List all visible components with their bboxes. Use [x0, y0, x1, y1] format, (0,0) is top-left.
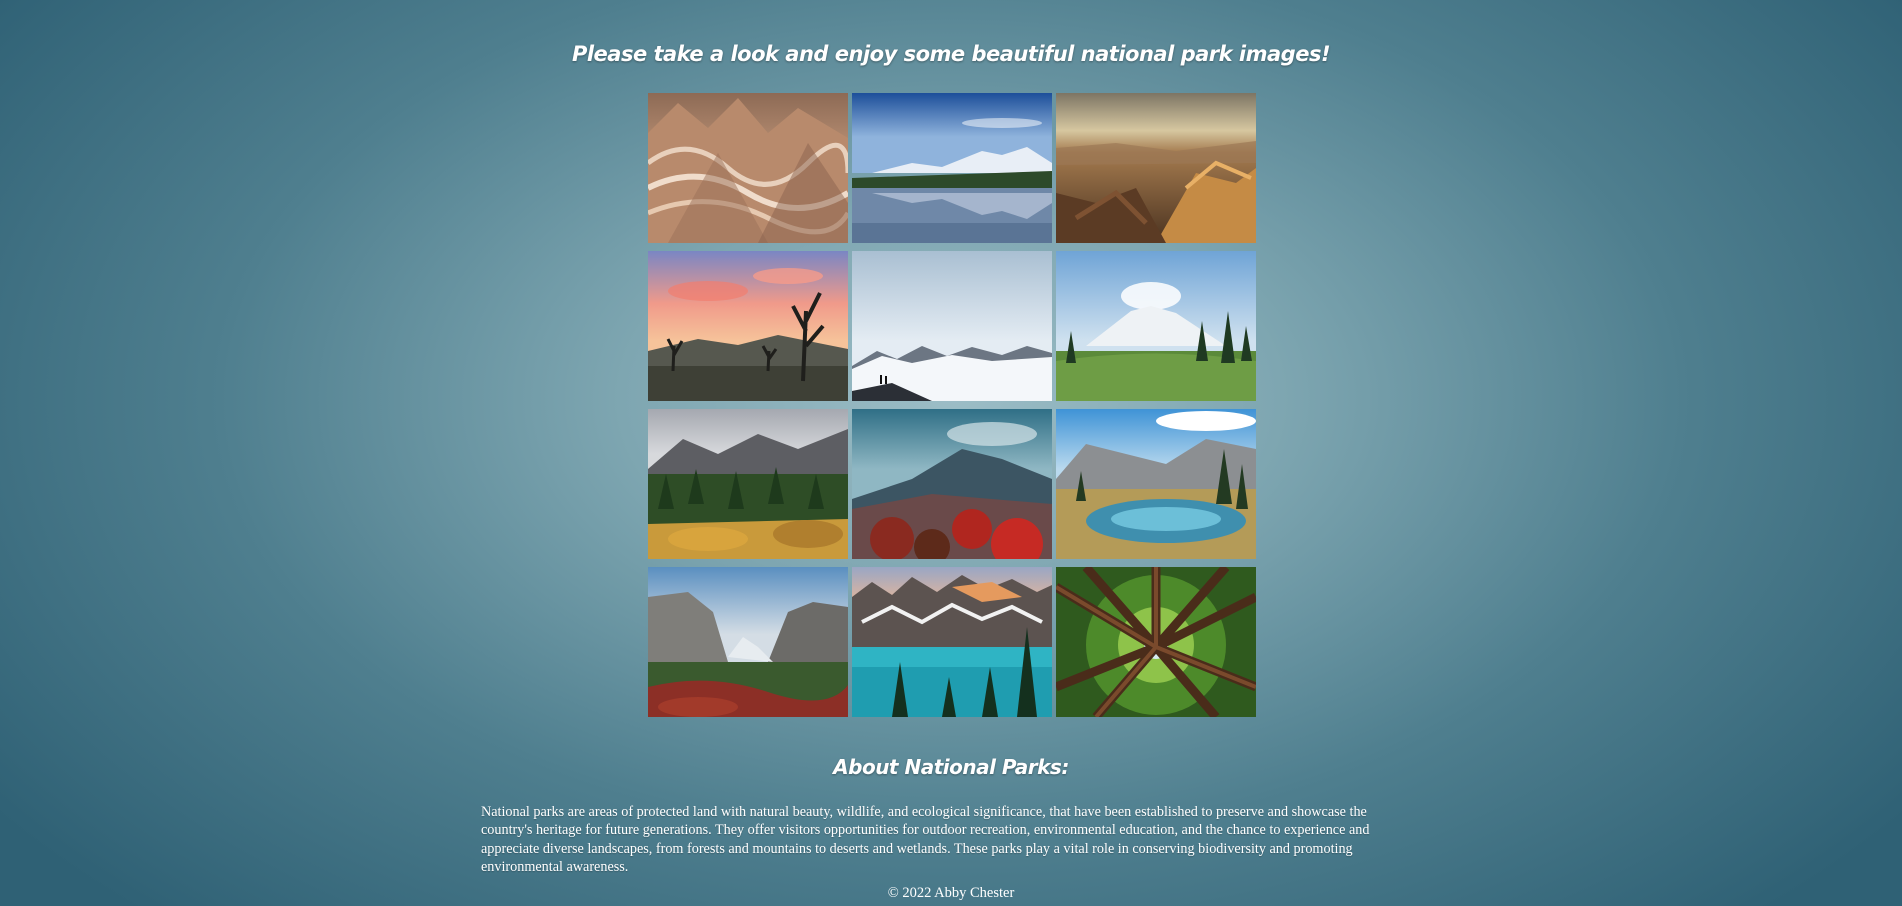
page-heading: Please take a look and enjoy some beauti… [571, 42, 1331, 66]
gallery-image-red-foliage-mountain[interactable] [852, 409, 1052, 559]
gallery-image-mount-rainier[interactable] [1056, 251, 1256, 401]
gallery-image-grand-canyon[interactable] [1056, 93, 1256, 243]
gallery-image-joshua-tree[interactable] [648, 251, 848, 401]
autumn-valley-photo [648, 409, 848, 559]
grand-canyon-photo [1056, 93, 1256, 243]
mount-rainier-photo [1056, 251, 1256, 401]
gallery-image-autumn-valley[interactable] [648, 409, 848, 559]
gallery-image-redwood-canopy[interactable] [1056, 567, 1256, 717]
red-foliage-mountain-photo [852, 409, 1052, 559]
gallery-image-badlands[interactable] [648, 93, 848, 243]
gallery-image-mountain-lake[interactable] [852, 93, 1052, 243]
yosemite-valley-photo [648, 567, 848, 717]
alpine-pond-photo [1056, 409, 1256, 559]
gallery-image-moraine-lake[interactable] [852, 567, 1052, 717]
about-title: About National Parks: [833, 755, 1069, 779]
about-paragraph: National parks are areas of protected la… [481, 804, 1370, 875]
redwood-canopy-photo [1056, 567, 1256, 717]
moraine-lake-photo [852, 567, 1052, 717]
page: Please take a look and enjoy some beauti… [0, 0, 1902, 906]
gallery-image-alpine-pond[interactable] [1056, 409, 1256, 559]
gallery-image-snowfield[interactable] [852, 251, 1052, 401]
snowfield-photo [852, 251, 1052, 401]
image-gallery [648, 93, 1256, 717]
badlands-photo [648, 93, 848, 243]
joshua-tree-photo [648, 251, 848, 401]
mountain-lake-photo [852, 93, 1052, 243]
gallery-image-yosemite-valley[interactable] [648, 567, 848, 717]
footer-copyright: © 2022 Abby Chester [887, 885, 1015, 901]
